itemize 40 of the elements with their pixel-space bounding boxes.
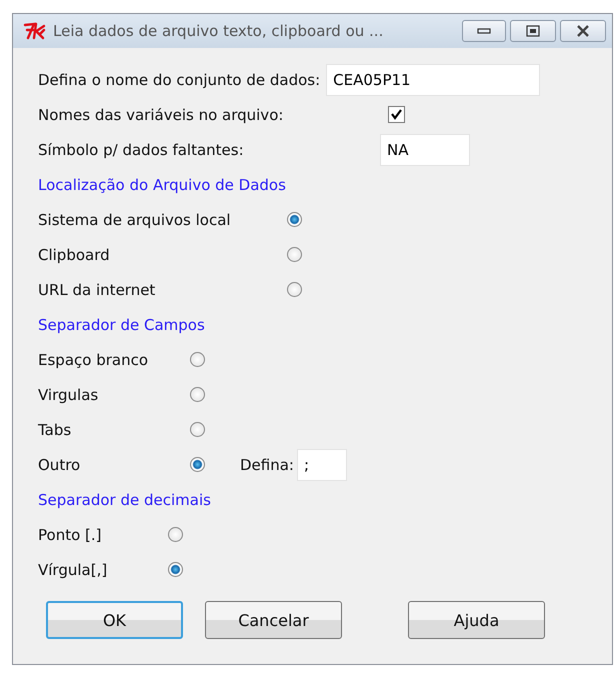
option-label: Espaço branco xyxy=(38,350,150,368)
option-label: Clipboard xyxy=(38,246,111,264)
other-separator-label: Defina: xyxy=(240,456,294,474)
variable-names-label: Nomes das variáveis no arquivo: xyxy=(38,106,284,124)
section-heading: Separador de Campos xyxy=(38,316,205,334)
minimize-button[interactable] xyxy=(462,20,506,42)
minimize-icon xyxy=(477,27,491,35)
radio-button[interactable] xyxy=(190,352,205,367)
section-heading: Separador de decimais xyxy=(38,490,211,508)
window-title: Leia dados de arquivo texto, clipboard ou ... xyxy=(53,22,384,40)
option-label: Outro xyxy=(38,456,82,474)
option-label: Tabs xyxy=(38,420,72,438)
missing-symbol-field[interactable]: NA xyxy=(380,134,470,166)
variable-names-checkbox[interactable] xyxy=(388,106,405,123)
close-icon xyxy=(575,25,591,37)
radio-button[interactable] xyxy=(287,212,302,227)
dialog-button[interactable]: OK xyxy=(46,601,183,639)
dataset-name-label: Defina o nome do conjunto de dados: xyxy=(38,70,320,88)
radio-button[interactable] xyxy=(168,562,183,577)
radio-button[interactable] xyxy=(287,282,302,297)
dataset-name-field[interactable]: CEA05P11 xyxy=(326,64,540,96)
option-label: Ponto [.] xyxy=(38,526,102,544)
close-button[interactable] xyxy=(560,20,606,42)
other-separator-field[interactable]: ; xyxy=(296,448,347,480)
option-label: URL da internet xyxy=(38,280,156,298)
maximize-button[interactable] xyxy=(510,20,556,42)
maximize-icon xyxy=(526,25,540,37)
dialog-button[interactable]: Ajuda xyxy=(408,601,545,639)
radio-button[interactable] xyxy=(190,387,205,402)
radio-button[interactable] xyxy=(190,457,205,472)
missing-symbol-label: Símbolo p/ dados faltantes: xyxy=(38,140,245,158)
option-label: Sistema de arquivos local xyxy=(38,210,232,228)
dialog-button[interactable]: Cancelar xyxy=(205,601,342,639)
option-label: Virgulas xyxy=(38,386,100,404)
section-heading: Localização do Arquivo de Dados xyxy=(38,176,286,194)
option-label: Vírgula[,] xyxy=(38,560,108,578)
radio-button[interactable] xyxy=(190,422,205,437)
feather-logo-icon xyxy=(23,21,47,41)
radio-button[interactable] xyxy=(287,247,302,262)
radio-button[interactable] xyxy=(168,527,183,542)
